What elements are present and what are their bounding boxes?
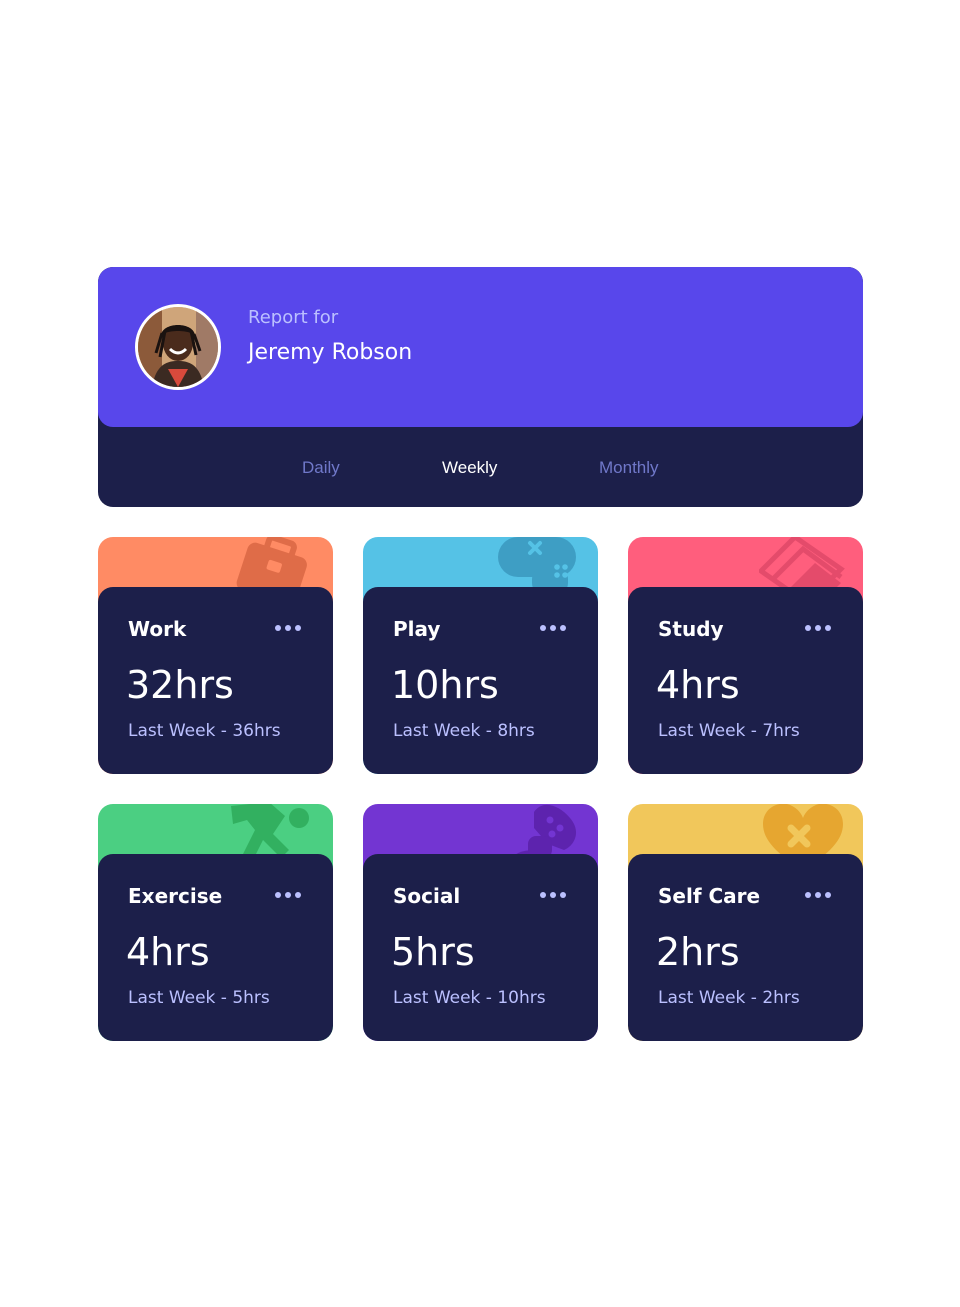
card-body[interactable]: Work 32hrs Last Week - 36hrs [98, 587, 333, 774]
activity-title: Exercise [128, 884, 223, 908]
profile-header: Report for Jeremy Robson [98, 267, 863, 427]
current-hours: 32hrs [126, 663, 234, 707]
ellipsis-icon[interactable] [805, 890, 833, 900]
avatar [135, 304, 221, 390]
activity-title: Study [658, 617, 724, 641]
profile-card: Report for Jeremy Robson Daily Weekly Mo… [98, 267, 863, 507]
report-for-label: Report for [248, 307, 339, 328]
activity-card-self-care: Self Care 2hrs Last Week - 2hrs [628, 804, 863, 1041]
ellipsis-icon[interactable] [805, 623, 833, 633]
activity-title: Work [128, 617, 187, 641]
card-body[interactable]: Self Care 2hrs Last Week - 2hrs [628, 854, 863, 1041]
user-name: Jeremy Robson [248, 340, 413, 365]
ellipsis-icon[interactable] [540, 623, 568, 633]
activity-card-exercise: Exercise 4hrs Last Week - 5hrs [98, 804, 333, 1041]
tab-daily[interactable]: Daily [302, 458, 340, 478]
activity-card-social: Social 5hrs Last Week - 10hrs [363, 804, 598, 1041]
previous-hours: Last Week - 2hrs [658, 988, 800, 1008]
current-hours: 4hrs [656, 663, 740, 707]
card-body[interactable]: Play 10hrs Last Week - 8hrs [363, 587, 598, 774]
current-hours: 5hrs [391, 930, 475, 974]
avatar-photo [138, 307, 218, 387]
previous-hours: Last Week - 36hrs [128, 721, 281, 741]
activity-card-study: Study 4hrs Last Week - 7hrs [628, 537, 863, 774]
activity-title: Self Care [658, 884, 761, 908]
previous-hours: Last Week - 8hrs [393, 721, 535, 741]
activity-card-play: Play 10hrs Last Week - 8hrs [363, 537, 598, 774]
current-hours: 4hrs [126, 930, 210, 974]
activity-title: Play [393, 617, 441, 641]
tab-monthly[interactable]: Monthly [599, 458, 659, 478]
ellipsis-icon[interactable] [275, 890, 303, 900]
ellipsis-icon[interactable] [540, 890, 568, 900]
current-hours: 2hrs [656, 930, 740, 974]
ellipsis-icon[interactable] [275, 623, 303, 633]
activity-title: Social [393, 884, 461, 908]
previous-hours: Last Week - 5hrs [128, 988, 270, 1008]
card-body[interactable]: Exercise 4hrs Last Week - 5hrs [98, 854, 333, 1041]
current-hours: 10hrs [391, 663, 499, 707]
tab-weekly[interactable]: Weekly [442, 458, 497, 478]
activity-card-work: Work 32hrs Last Week - 36hrs [98, 537, 333, 774]
timeframe-tabs: Daily Weekly Monthly [98, 427, 863, 507]
card-body[interactable]: Study 4hrs Last Week - 7hrs [628, 587, 863, 774]
previous-hours: Last Week - 7hrs [658, 721, 800, 741]
previous-hours: Last Week - 10hrs [393, 988, 546, 1008]
card-body[interactable]: Social 5hrs Last Week - 10hrs [363, 854, 598, 1041]
